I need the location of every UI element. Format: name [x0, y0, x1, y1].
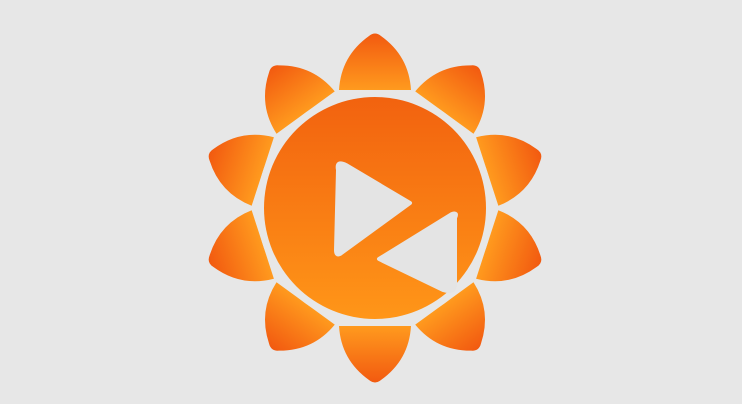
petal [339, 33, 411, 90]
petal [339, 326, 411, 383]
sunflower-play-icon [208, 33, 542, 383]
canvas [0, 0, 742, 404]
